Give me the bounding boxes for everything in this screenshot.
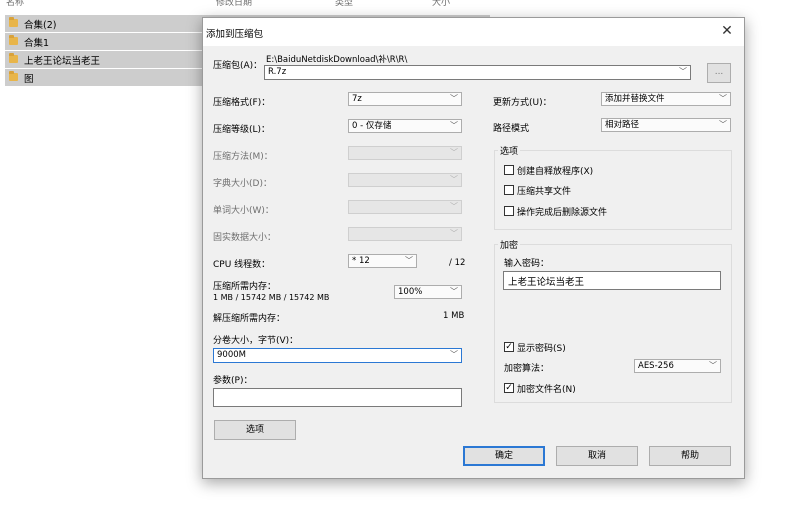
- path-select[interactable]: 相对路径 ﹀: [601, 118, 731, 132]
- archive-name-combo[interactable]: R.7z ﹀: [264, 65, 691, 80]
- chevron-down-icon: ﹀: [450, 175, 458, 184]
- format-select[interactable]: 7z ﹀: [348, 92, 462, 106]
- dialog-titlebar[interactable]: 添加到压缩包 ✕: [203, 18, 744, 46]
- column-date[interactable]: 修改日期: [216, 0, 252, 8]
- enc-method-select[interactable]: AES-256 ﹀: [634, 359, 721, 373]
- delete-source-checkbox[interactable]: [504, 206, 514, 216]
- archive-label: 压缩包(A)：: [213, 61, 263, 71]
- shared-checkbox[interactable]: [504, 185, 514, 195]
- threads-label: CPU 线程数：: [213, 260, 271, 270]
- chevron-down-icon: ﹀: [450, 121, 458, 130]
- file-name: 合集(2): [24, 20, 57, 31]
- folder-icon: [9, 17, 18, 27]
- update-label: 更新方式(U)：: [493, 98, 552, 108]
- path-value: 相对路径: [605, 120, 640, 130]
- chevron-down-icon: ﹀: [450, 229, 458, 238]
- file-name: 图: [24, 74, 34, 85]
- format-value: 7z: [352, 94, 362, 104]
- word-select: ﹀: [348, 200, 462, 214]
- solid-label: 固实数据大小：: [213, 233, 277, 243]
- delete-source-label[interactable]: 操作完成后删除源文件: [517, 205, 607, 218]
- chevron-down-icon: ﹀: [450, 148, 458, 157]
- enc-method-value: AES-256: [638, 361, 674, 371]
- split-label: 分卷大小，字节(V)：: [213, 336, 299, 346]
- level-select[interactable]: 0 - 仅存储 ﹀: [348, 119, 462, 133]
- archive-name-value: R.7z: [268, 67, 287, 77]
- mem-decomp-value: 1 MB: [443, 311, 465, 321]
- chevron-down-icon: ﹀: [709, 361, 717, 370]
- column-type[interactable]: 类型: [335, 0, 353, 8]
- show-password-label[interactable]: 显示密码(S): [517, 341, 566, 354]
- mem-percent-value: 100%: [398, 287, 423, 297]
- file-name: 合集1: [24, 38, 50, 49]
- word-label: 单词大小(W)：: [213, 206, 274, 216]
- column-name[interactable]: 名称: [6, 0, 24, 8]
- show-password-checkbox[interactable]: ✓: [504, 342, 514, 352]
- password-input[interactable]: 上老王论坛当老王: [503, 271, 721, 290]
- update-select[interactable]: 添加并替换文件 ﹀: [601, 92, 731, 106]
- split-combo[interactable]: 9000M ﹀: [213, 348, 462, 363]
- mem-comp-value: 1 MB / 15742 MB / 15742 MB: [213, 293, 330, 302]
- method-label: 压缩方法(M)：: [213, 152, 273, 162]
- sfx-label[interactable]: 创建自释放程序(X): [517, 164, 593, 177]
- cancel-button[interactable]: 取消: [556, 446, 638, 466]
- options-button[interactable]: 选项: [214, 420, 296, 440]
- sfx-checkbox[interactable]: [504, 165, 514, 175]
- params-label: 参数(P)：: [213, 376, 253, 386]
- params-input[interactable]: [213, 388, 462, 407]
- browse-button[interactable]: ...: [707, 63, 731, 83]
- chevron-down-icon: ﹀: [405, 256, 413, 265]
- solid-select: ﹀: [348, 227, 462, 241]
- dict-label: 字典大小(D)：: [213, 179, 272, 189]
- chevron-down-icon: ﹀: [450, 287, 458, 296]
- encrypt-names-checkbox[interactable]: ✓: [504, 383, 514, 393]
- mem-comp-label: 压缩所需内存：: [213, 282, 277, 292]
- path-label: 路径模式: [493, 124, 530, 134]
- chevron-down-icon[interactable]: ﹀: [679, 66, 687, 78]
- update-value: 添加并替换文件: [605, 94, 665, 104]
- add-to-archive-dialog: 添加到压缩包 ✕ 压缩包(A)： E:\BaiduNetdiskDownload…: [202, 17, 745, 479]
- column-size[interactable]: 大小: [432, 0, 450, 8]
- archive-path: E:\BaiduNetdiskDownload\补\R\R\: [266, 55, 408, 65]
- shared-label[interactable]: 压缩共享文件: [517, 184, 571, 197]
- password-label: 输入密码：: [504, 259, 550, 269]
- file-list-header: 名称 修改日期 类型 大小: [0, 0, 490, 8]
- encrypt-names-label[interactable]: 加密文件名(N): [517, 382, 576, 395]
- enc-method-label: 加密算法：: [504, 364, 550, 374]
- format-label: 压缩格式(F)：: [213, 98, 271, 108]
- threads-max: / 12: [449, 258, 466, 268]
- dialog-title: 添加到压缩包: [206, 29, 264, 40]
- folder-icon: [9, 53, 18, 63]
- threads-value: * 12: [352, 256, 370, 266]
- chevron-down-icon: ﹀: [450, 202, 458, 211]
- options-group-title: 选项: [498, 144, 521, 157]
- help-button[interactable]: 帮助: [649, 446, 731, 466]
- chevron-down-icon: ﹀: [719, 120, 727, 129]
- ok-button[interactable]: 确定: [463, 446, 545, 466]
- level-label: 压缩等级(L)：: [213, 125, 271, 135]
- split-value: 9000M: [217, 350, 246, 360]
- mem-percent-select[interactable]: 100% ﹀: [394, 285, 462, 299]
- method-select: ﹀: [348, 146, 462, 160]
- folder-icon: [9, 35, 18, 45]
- encryption-group-title: 加密: [498, 238, 521, 251]
- chevron-down-icon: ﹀: [450, 94, 458, 103]
- file-name: 上老王论坛当老王: [24, 56, 101, 67]
- level-value: 0 - 仅存储: [352, 121, 392, 131]
- threads-select[interactable]: * 12 ﹀: [348, 254, 417, 268]
- folder-icon: [9, 71, 18, 81]
- close-icon[interactable]: ✕: [716, 20, 738, 42]
- chevron-down-icon: ﹀: [719, 94, 727, 103]
- chevron-down-icon[interactable]: ﹀: [450, 349, 458, 361]
- dict-select: ﹀: [348, 173, 462, 187]
- mem-decomp-label: 解压缩所需内存：: [213, 314, 286, 324]
